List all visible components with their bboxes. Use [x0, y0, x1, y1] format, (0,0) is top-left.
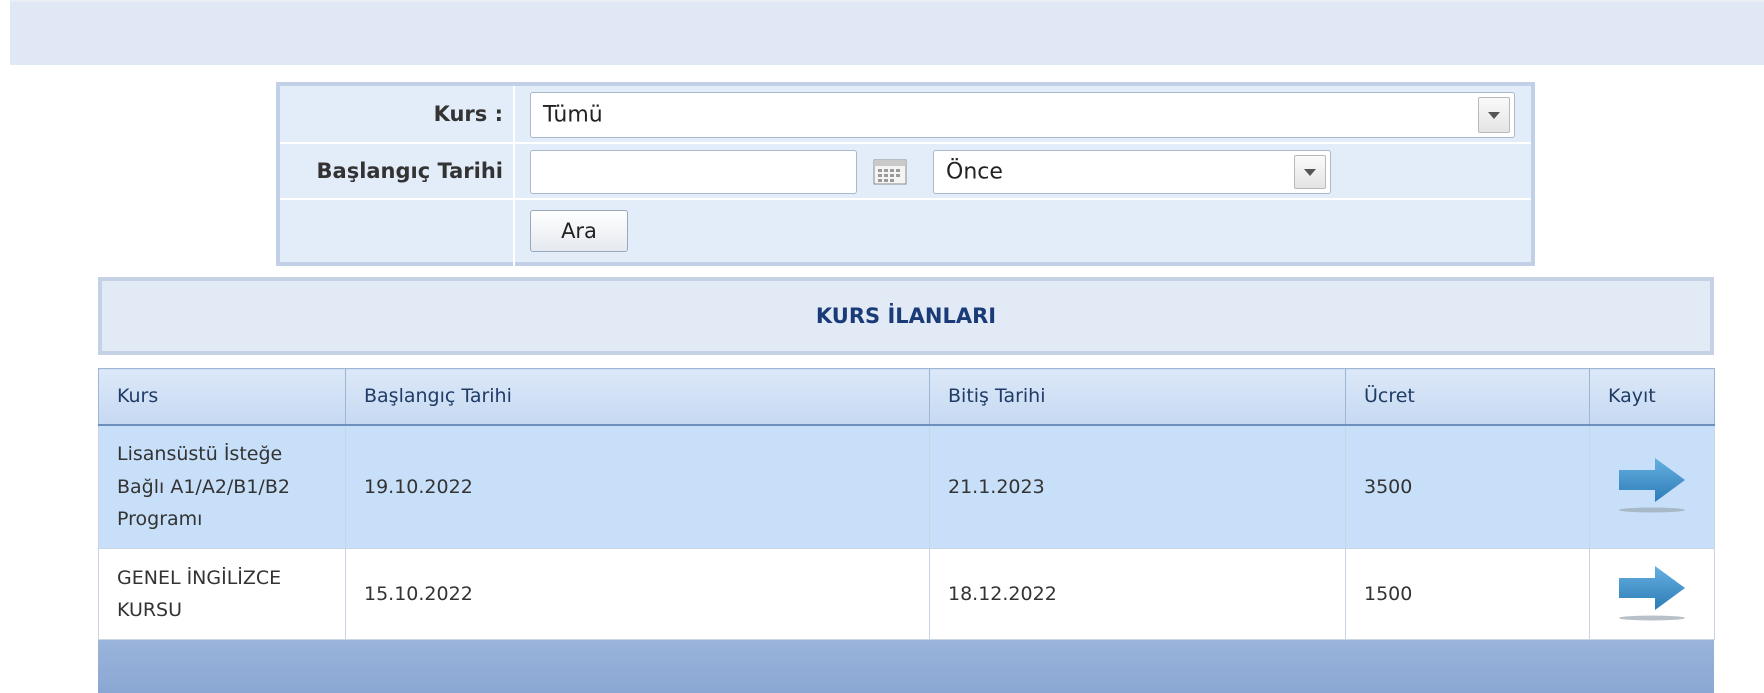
arrow-right-icon[interactable] — [1615, 454, 1689, 514]
start-date-input[interactable] — [530, 150, 857, 194]
fee-cell: 1500 — [1345, 548, 1590, 640]
end-date-cell: 21.1.2023 — [929, 424, 1346, 549]
chevron-down-icon[interactable] — [1478, 97, 1510, 133]
column-header-end-date[interactable]: Bitiş Tarihi — [929, 368, 1346, 426]
column-header-register[interactable]: Kayıt — [1589, 368, 1715, 426]
calendar-icon[interactable] — [873, 159, 907, 185]
course-name-line: Programı — [117, 507, 203, 530]
start-date-cell: 19.10.2022 — [345, 424, 930, 549]
course-name-cell: Lisansüstü İsteğe Bağlı A1/A2/B1/B2 Prog… — [98, 424, 346, 549]
column-header-fee[interactable]: Ücret — [1345, 368, 1590, 426]
start-date-cell: 15.10.2022 — [345, 548, 930, 640]
table-footer — [98, 640, 1714, 693]
chevron-down-icon[interactable] — [1294, 155, 1326, 189]
table-row[interactable]: Lisansüstü İsteğe Bağlı A1/A2/B1/B2 Prog… — [98, 424, 1715, 549]
course-name-line: Bağlı A1/A2/B1/B2 — [117, 475, 290, 498]
course-name-cell: GENEL İNGİLİZCE KURSU — [98, 548, 346, 640]
start-date-row: Başlangıç Tarihi Önce — [280, 144, 1531, 200]
column-header-kurs[interactable]: Kurs — [98, 368, 346, 426]
table-header-row: Kurs Başlangıç Tarihi Bitiş Tarihi Ücret… — [98, 368, 1715, 426]
search-form: Kurs : Tümü Başlangıç Tarihi Önce Ara — [276, 82, 1535, 266]
course-name-line: KURSU — [117, 599, 183, 621]
start-date-label: Başlangıç Tarihi — [316, 159, 503, 183]
course-name-line: GENEL İNGİLİZCE — [117, 566, 282, 589]
fee-cell: 3500 — [1345, 424, 1590, 549]
kurs-row: Kurs : Tümü — [280, 86, 1531, 144]
course-name-line: Lisansüstü İsteğe — [117, 443, 283, 466]
date-filter-value: Önce — [946, 159, 1003, 185]
kurs-select-value: Tümü — [543, 102, 603, 128]
register-cell — [1589, 548, 1715, 640]
listing-header: KURS İLANLARI — [98, 277, 1714, 355]
arrow-right-icon[interactable] — [1615, 562, 1689, 622]
end-date-cell: 18.12.2022 — [929, 548, 1346, 640]
search-button[interactable]: Ara — [530, 210, 628, 252]
button-row: Ara — [280, 200, 1531, 266]
column-header-start-date[interactable]: Başlangıç Tarihi — [345, 368, 930, 426]
kurs-select[interactable]: Tümü — [530, 92, 1515, 138]
register-cell — [1589, 424, 1715, 549]
course-table: Kurs Başlangıç Tarihi Bitiş Tarihi Ücret… — [98, 368, 1715, 640]
listing-title: KURS İLANLARI — [815, 304, 997, 328]
top-banner — [10, 0, 1764, 65]
table-row[interactable]: GENEL İNGİLİZCE KURSU 15.10.2022 18.12.2… — [98, 548, 1715, 640]
date-filter-select[interactable]: Önce — [933, 150, 1331, 194]
kurs-label: Kurs : — [433, 102, 503, 126]
